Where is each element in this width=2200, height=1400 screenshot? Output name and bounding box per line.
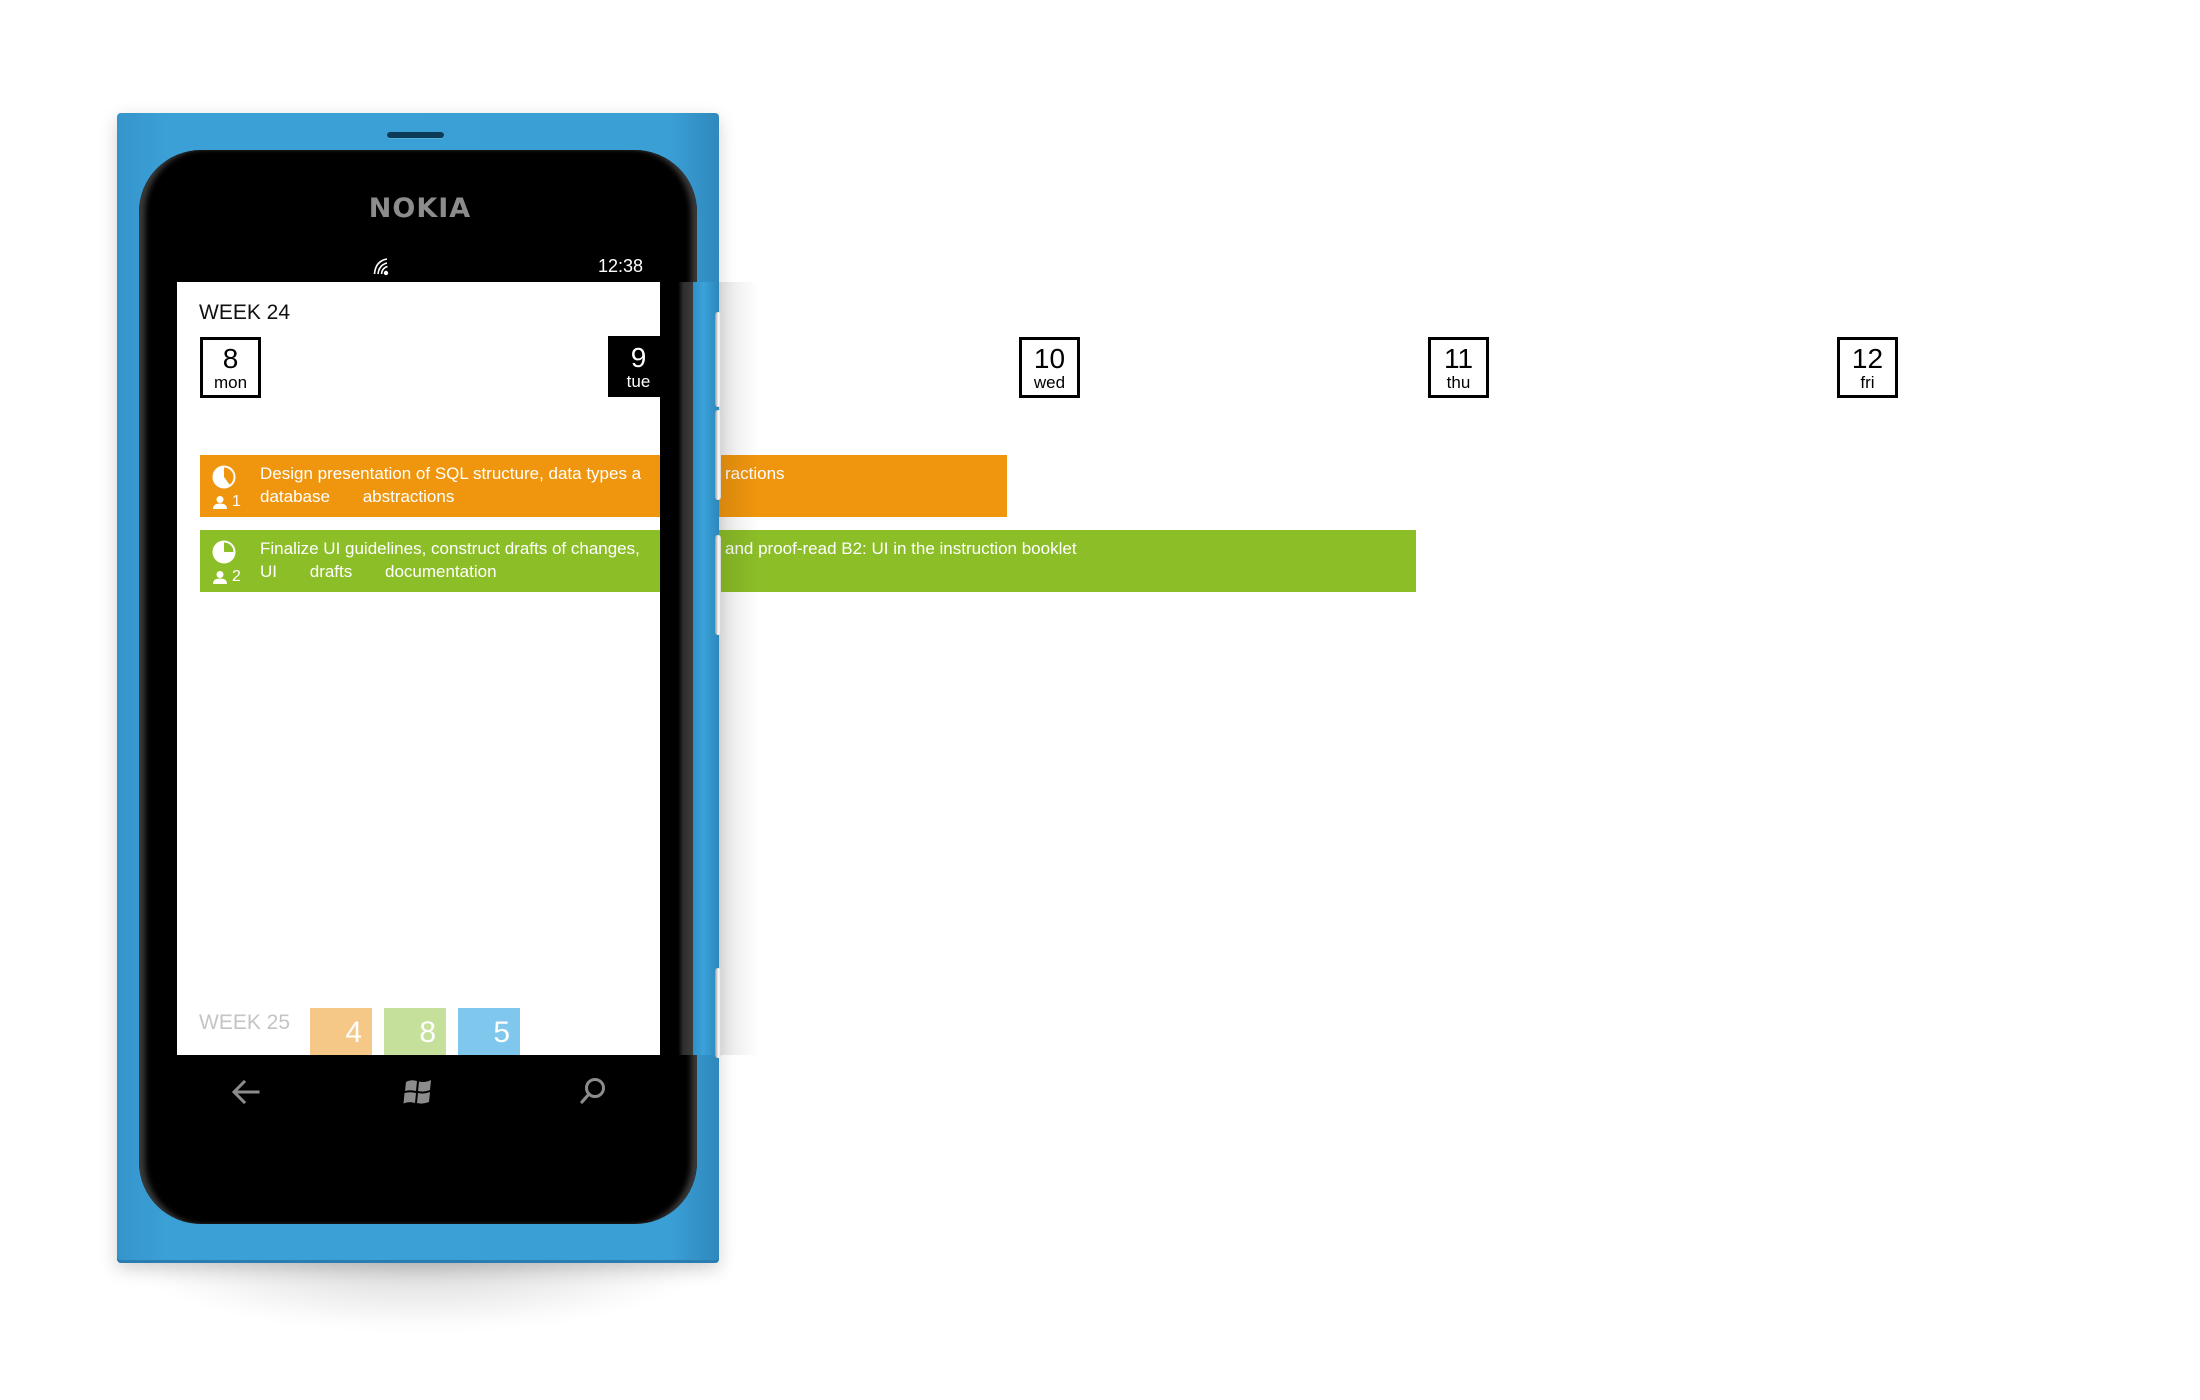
task-tag: UI [260, 562, 277, 581]
task-title-continued: ractions [725, 464, 785, 483]
next-week-count-orange[interactable]: 4 [310, 1008, 372, 1055]
day-weekday: mon [213, 373, 248, 392]
next-week-count-green[interactable]: 8 [384, 1008, 446, 1055]
task-title: Design presentation of SQL structure, da… [260, 464, 642, 483]
day-number: 9 [630, 342, 647, 373]
status-clock: 12:38 [598, 256, 644, 276]
day-number: 12 [1851, 343, 1884, 374]
task-tag: abstractions [362, 487, 455, 506]
assignees: 1 [212, 493, 241, 511]
task-tags: UI drafts documentation [260, 562, 525, 582]
day-header-mon[interactable]: 8 mon [200, 337, 261, 398]
task-title: Finalize UI guidelines, construct drafts… [260, 539, 640, 558]
progress-pie-icon [212, 465, 236, 489]
task-bar[interactable]: 1 Design presentation of SQL structure, … [200, 455, 1007, 517]
task-tag: database [260, 487, 330, 506]
brand-logo: NOKIA [368, 193, 472, 224]
windows-logo-icon [403, 1080, 431, 1104]
phone-side-shadow [719, 282, 759, 1055]
day-weekday: tue [626, 372, 651, 391]
day-weekday: thu [1446, 373, 1471, 392]
person-icon [213, 496, 227, 509]
next-week-title: WEEK 25 [199, 1011, 291, 1034]
day-header-fri[interactable]: 12 fri [1837, 337, 1898, 398]
earpiece-speaker [387, 132, 444, 138]
task-title-continued: and proof-read B2: UI in the instruction… [725, 539, 1077, 558]
task-tags: database abstractions [260, 487, 482, 507]
week-title: WEEK 24 [199, 301, 291, 324]
next-week-count-blue[interactable]: 5 [458, 1008, 520, 1055]
day-header-thu[interactable]: 11 thu [1428, 337, 1489, 398]
search-button[interactable] [571, 1070, 615, 1114]
task-tag: drafts [309, 562, 353, 581]
volume-down-button[interactable] [715, 410, 721, 500]
day-header-wed[interactable]: 10 wed [1019, 337, 1080, 398]
person-icon [213, 571, 227, 584]
day-number: 8 [222, 343, 239, 374]
search-icon [580, 1078, 605, 1104]
assignee-count: 1 [232, 493, 241, 510]
day-weekday: fri [1860, 373, 1875, 392]
volume-up-button[interactable] [715, 312, 721, 407]
bezel-edge [660, 282, 693, 1055]
assignee-count: 2 [232, 568, 241, 585]
back-arrow-icon [231, 1079, 260, 1105]
start-button[interactable] [396, 1070, 440, 1114]
wifi-signal-icon [372, 255, 394, 277]
task-bar[interactable]: 2 Finalize UI guidelines, construct draf… [200, 530, 1416, 592]
assignees: 2 [212, 568, 241, 586]
day-weekday: wed [1033, 373, 1066, 392]
progress-pie-icon [212, 540, 236, 564]
day-number: 11 [1443, 343, 1474, 374]
task-tag: documentation [385, 562, 497, 581]
day-number: 10 [1033, 343, 1066, 374]
back-button[interactable] [224, 1070, 268, 1114]
camera-button[interactable] [715, 968, 721, 1058]
power-button[interactable] [715, 535, 721, 635]
